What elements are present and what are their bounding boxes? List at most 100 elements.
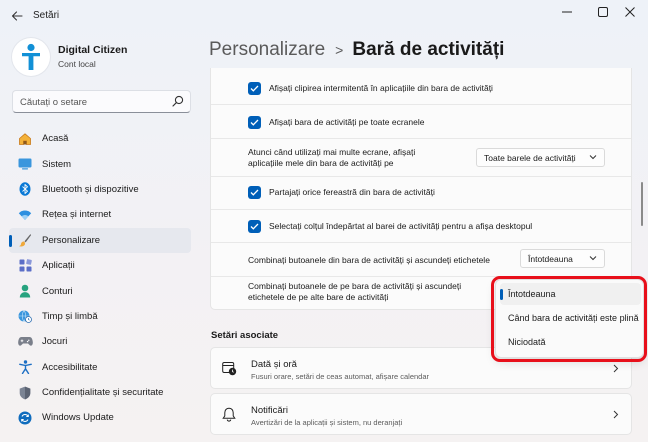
minimize-button[interactable] [549,0,585,24]
breadcrumb: Personalizare > Bară de activități [209,39,504,61]
apps-icon [17,258,33,274]
settings-window: Setări Digital Citizen Cont local Acasă [0,0,648,442]
combine-other-dropdown-list: Întotdeauna Când bara de activități este… [495,279,644,358]
system-icon [17,156,33,172]
far-corner-checkbox[interactable] [248,220,261,233]
combine-main-dropdown-value: Întotdeauna [528,253,573,264]
date-time-title: Dată și oră [251,359,297,370]
search-input[interactable] [20,95,168,109]
breadcrumb-parent[interactable]: Personalizare [209,39,325,61]
multi-display-dropdown[interactable]: Toate barele de activități [476,148,605,167]
checkmark-icon [250,119,259,126]
scrollbar[interactable] [641,182,643,226]
sidebar-item-windows-update[interactable]: Windows Update [9,405,191,430]
notifications-card[interactable]: Notificări Avertizări de la aplicații și… [210,393,632,435]
calendar-clock-icon [222,362,237,376]
all-displays-label: Afișați bara de activități pe toate ecra… [269,117,425,127]
related-settings-title: Setări asociate [211,330,279,341]
option-always[interactable]: Întotdeauna [500,283,641,305]
sidebar-item-accessibility[interactable]: Accesibilitate [9,355,191,380]
multi-display-label-line2: aplicațiile mele din bara de activități … [248,158,394,168]
close-button[interactable] [612,0,648,24]
sidebar-item-bluetooth[interactable]: Bluetooth și dispozitive [9,177,191,202]
sidebar-item-label: Bluetooth și dispozitive [42,183,139,195]
account-icon [17,283,33,299]
wifi-icon [17,207,33,223]
update-icon [17,410,33,426]
sidebar-item-label: Rețea și internet [42,209,112,221]
brush-icon [17,232,33,248]
setting-row-share-window[interactable]: Partajați orice fereastră din bara de ac… [211,177,631,210]
sidebar-item-label: Jocuri [42,336,68,348]
combine-main-dropdown[interactable]: Întotdeauna [520,249,605,268]
all-displays-checkbox[interactable] [248,116,261,129]
flashing-checkbox[interactable] [248,82,261,95]
chevron-right-icon [613,364,619,373]
multi-display-dropdown-value: Toate barele de activități [484,152,576,163]
chevron-down-icon [589,256,597,261]
sidebar-item-label: Acasă [42,133,69,145]
sidebar-item-label: Windows Update [42,412,114,424]
sidebar-item-label: Timp și limbă [42,310,98,322]
share-window-label: Partajați orice fereastră din bara de ac… [269,187,435,197]
title-bar: Setări [0,0,648,32]
bluetooth-icon [17,181,33,197]
maximize-icon [598,7,608,17]
close-icon [625,7,635,17]
gamepad-icon [17,334,33,350]
arrow-left-icon [11,11,23,21]
notifications-title: Notificări [251,405,288,416]
app-title: Setări [33,10,60,21]
sidebar-item-apps[interactable]: Aplicații [9,253,191,278]
sidebar-nav: Acasă Sistem Bluetooth și dispozitive Re… [9,126,191,431]
multi-display-label-line1: Atunci când utilizați mai multe ecrane, … [248,147,416,157]
search-box[interactable] [12,90,191,113]
option-label: Când bara de activități este plină [508,313,639,323]
option-label: Niciodată [508,337,546,347]
combine-other-label-line2: etichetele de pe alte bare de activități [248,292,389,302]
combine-main-label: Combinați butoanele din bara de activită… [248,255,490,265]
option-when-full[interactable]: Când bara de activități este plină [500,307,641,329]
date-time-subtitle: Fusuri orare, setări de ceas automat, af… [251,372,430,381]
chevron-right-icon [613,410,619,419]
globe-clock-icon [17,308,33,324]
shield-icon [17,385,33,401]
sidebar-item-label: Conturi [42,285,73,297]
setting-row-combine-main: Combinați butoanele din bara de activită… [211,243,631,277]
sidebar-item-time-language[interactable]: Timp și limbă [9,304,191,329]
sidebar-item-gaming[interactable]: Jocuri [9,329,191,354]
sidebar-item-system[interactable]: Sistem [9,151,191,176]
setting-row-all-displays[interactable]: Afișați bara de activități pe toate ecra… [211,105,631,139]
back-button[interactable] [6,6,28,26]
share-window-checkbox[interactable] [248,186,261,199]
profile-account-type: Cont local [58,59,96,69]
flashing-label: Afișați clipirea intermitentă în aplicaț… [269,83,493,93]
sidebar-item-personalization[interactable]: Personalizare [9,227,191,253]
sidebar-item-label: Sistem [42,158,72,170]
chevron-down-icon [589,155,597,160]
profile-name: Digital Citizen [58,44,128,56]
search-icon[interactable] [172,95,184,107]
sidebar-item-label: Personalizare [42,234,101,246]
setting-row-far-corner[interactable]: Selectați colțul îndepărtat al barei de … [211,210,631,243]
checkmark-icon [250,189,259,196]
breadcrumb-separator: > [335,42,344,58]
checkmark-icon [250,85,259,92]
option-label: Întotdeauna [508,289,556,299]
sidebar-item-label: Aplicații [42,260,75,272]
sidebar-item-label: Confidențialitate și securitate [42,387,164,399]
person-logo-icon [22,43,40,70]
setting-row-multi-display: Atunci când utilizați mai multe ecrane, … [211,139,631,177]
accessibility-icon [17,359,33,375]
sidebar-item-home[interactable]: Acasă [9,126,191,151]
setting-row-flashing[interactable]: Afișați clipirea intermitentă în aplicaț… [211,68,631,105]
checkmark-icon [250,223,259,230]
notifications-subtitle: Avertizări de la aplicații și sistem, nu… [251,418,403,427]
sidebar-item-accounts[interactable]: Conturi [9,278,191,303]
avatar[interactable] [12,38,50,76]
combine-other-label-line1: Combinați butoanele de pe bara de activi… [248,281,462,291]
sidebar-item-network[interactable]: Rețea și internet [9,202,191,227]
taskbar-behaviors-panel: Afișați clipirea intermitentă în aplicaț… [210,68,632,310]
option-never[interactable]: Niciodată [500,331,641,353]
sidebar-item-privacy[interactable]: Confidențialitate și securitate [9,380,191,405]
